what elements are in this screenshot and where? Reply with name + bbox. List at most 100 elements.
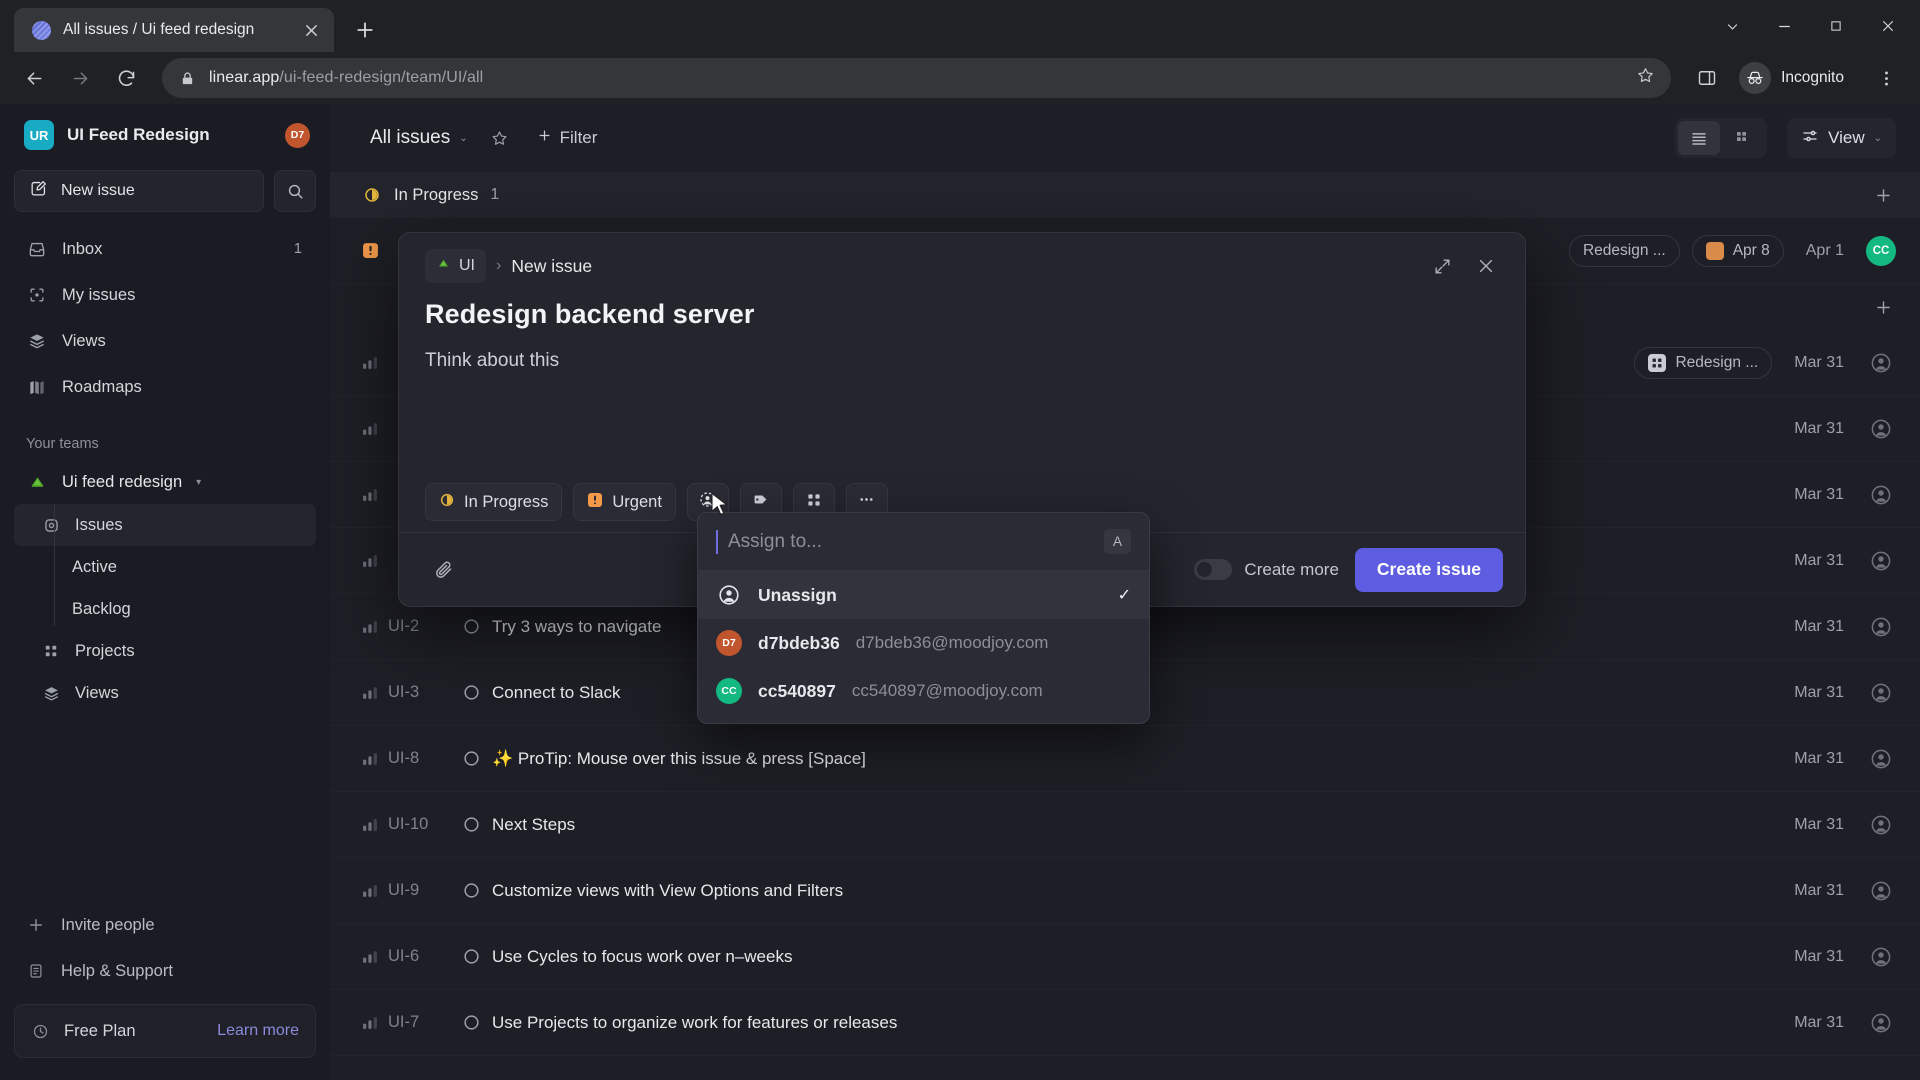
sidebar-item-backlog[interactable]: Backlog (14, 588, 316, 630)
learn-more-link[interactable]: Learn more (217, 1022, 299, 1040)
search-button[interactable] (274, 170, 316, 212)
issue-status-icon[interactable] (462, 815, 492, 834)
team-switcher[interactable]: Ui feed redesign ▾ (14, 460, 316, 504)
address-bar[interactable]: linear.app/ui-feed-redesign/team/UI/all (162, 58, 1672, 98)
invite-people-button[interactable]: Invite people (14, 902, 316, 948)
priority-none-icon[interactable] (362, 816, 388, 833)
issue-status-icon[interactable] (462, 749, 492, 768)
priority-none-icon[interactable] (362, 420, 388, 437)
create-more-toggle[interactable]: Create more (1194, 559, 1339, 580)
avatar-placeholder[interactable] (1866, 612, 1896, 642)
favorite-star-icon[interactable] (482, 120, 518, 156)
assignee-option-cc540897[interactable]: CC cc540897 cc540897@moodjoy.com (698, 667, 1149, 715)
avatar[interactable]: CC (1866, 235, 1896, 266)
issue-status-icon[interactable] (462, 683, 492, 702)
sidebar-item-my-issues[interactable]: My issues (14, 272, 316, 318)
priority-none-icon[interactable] (362, 948, 388, 965)
sidebar-item-label: Projects (75, 641, 135, 660)
table-row[interactable]: UI-9 Customize views with View Options a… (330, 858, 1920, 924)
back-button[interactable] (14, 58, 54, 98)
breadcrumb-team[interactable]: UI (425, 249, 486, 283)
issue-status-icon[interactable] (462, 947, 492, 966)
sidebar-item-projects[interactable]: Projects (14, 630, 316, 672)
priority-none-icon[interactable] (362, 618, 388, 635)
side-panel-icon[interactable] (1687, 58, 1727, 98)
chevron-down-icon[interactable] (1706, 4, 1758, 48)
table-row[interactable]: UI-7 Use Projects to organize work for f… (330, 990, 1920, 1056)
issue-description-input[interactable]: Think about this (399, 330, 1525, 372)
browser-tab[interactable]: All issues / Ui feed redesign (14, 8, 334, 52)
sidebar-item-issues[interactable]: Issues (14, 504, 316, 546)
avatar-placeholder[interactable] (1866, 480, 1896, 510)
project-chip[interactable]: Redesign ... (1568, 234, 1680, 267)
close-icon[interactable] (298, 17, 324, 43)
add-issue-icon[interactable] (1870, 182, 1896, 208)
priority-none-icon[interactable] (362, 486, 388, 503)
maximize-icon[interactable] (1810, 4, 1862, 48)
reload-button[interactable] (106, 58, 146, 98)
sidebar-item-inbox[interactable]: Inbox 1 (14, 226, 316, 272)
priority-none-icon[interactable] (362, 552, 388, 569)
priority-none-icon[interactable] (362, 882, 388, 899)
plan-box[interactable]: Free Plan Learn more (14, 1004, 316, 1058)
help-support-button[interactable]: Help & Support (14, 948, 316, 994)
window-close-icon[interactable] (1862, 4, 1914, 48)
toggle-switch[interactable] (1194, 559, 1233, 580)
workspace-switcher[interactable]: UR UI Feed Redesign D7 (14, 104, 316, 166)
sidebar-item-active[interactable]: Active (14, 546, 316, 588)
filter-button[interactable]: Filter (524, 121, 611, 155)
chevron-down-icon[interactable]: ▾ (196, 477, 201, 488)
view-options-button[interactable]: View ⌄ (1787, 118, 1896, 158)
incognito-indicator[interactable]: Incognito (1733, 58, 1860, 98)
bookmark-star-icon[interactable] (1636, 66, 1655, 90)
table-row[interactable]: UI-6 Use Cycles to focus work over n–wee… (330, 924, 1920, 990)
assignee-search-input[interactable]: Assign to... (728, 531, 1094, 553)
avatar-placeholder[interactable] (1866, 1008, 1896, 1038)
priority-none-icon[interactable] (362, 750, 388, 767)
expand-icon[interactable] (1425, 249, 1459, 283)
avatar-placeholder[interactable] (1866, 744, 1896, 774)
sidebar-item-team-views[interactable]: Views (14, 672, 316, 714)
attachment-icon[interactable] (425, 552, 461, 588)
issue-status-icon[interactable] (462, 617, 492, 636)
issue-status-icon[interactable] (462, 881, 492, 900)
sidebar-item-views[interactable]: Views (14, 318, 316, 364)
avatar-placeholder[interactable] (1866, 414, 1896, 444)
issue-title-input[interactable]: Redesign backend server (399, 299, 1525, 330)
priority-property-button[interactable]: Urgent (573, 483, 676, 521)
assignee-option-d7bdeb36[interactable]: D7 d7bdeb36 d7bdeb36@moodjoy.com (698, 619, 1149, 667)
add-issue-icon[interactable] (1870, 294, 1896, 320)
priority-none-icon[interactable] (362, 354, 388, 371)
avatar-placeholder[interactable] (1866, 546, 1896, 576)
issue-status-icon[interactable] (462, 1013, 492, 1032)
table-row[interactable]: UI-10 Next Steps Mar 31 (330, 792, 1920, 858)
page-title[interactable]: All issues ⌄ (362, 121, 476, 155)
avatar-placeholder[interactable] (1866, 876, 1896, 906)
avatar-placeholder[interactable] (1866, 942, 1896, 972)
avatar-placeholder[interactable] (1866, 348, 1896, 378)
forward-button[interactable] (60, 58, 100, 98)
avatar-placeholder[interactable] (1866, 678, 1896, 708)
project-chip[interactable]: Redesign ... (1634, 346, 1773, 379)
avatar[interactable]: D7 (285, 122, 310, 148)
assignee-option-unassign[interactable]: Unassign ✓ (698, 571, 1149, 619)
due-date-chip[interactable]: Apr 8 (1691, 234, 1784, 267)
priority-none-icon[interactable] (362, 684, 388, 701)
table-row[interactable]: UI-8 ✨ ProTip: Mouse over this issue & p… (330, 726, 1920, 792)
group-header-in-progress[interactable]: In Progress 1 (330, 172, 1920, 218)
priority-none-icon[interactable] (362, 1014, 388, 1031)
assignee-search-row[interactable]: Assign to... A (698, 513, 1149, 571)
status-property-button[interactable]: In Progress (425, 483, 563, 521)
priority-urgent-icon[interactable] (362, 242, 388, 259)
create-issue-button[interactable]: Create issue (1354, 547, 1503, 592)
sidebar-item-roadmaps[interactable]: Roadmaps (14, 364, 316, 410)
chevron-down-icon[interactable]: ⌄ (459, 133, 467, 144)
new-tab-button[interactable] (348, 13, 382, 47)
list-view-icon[interactable] (1678, 121, 1721, 155)
avatar-placeholder[interactable] (1866, 810, 1896, 840)
close-icon[interactable] (1469, 249, 1503, 283)
board-view-icon[interactable] (1722, 121, 1764, 155)
new-issue-button[interactable]: New issue (14, 170, 264, 212)
browser-menu-icon[interactable] (1866, 58, 1906, 98)
minimize-icon[interactable] (1758, 4, 1810, 48)
